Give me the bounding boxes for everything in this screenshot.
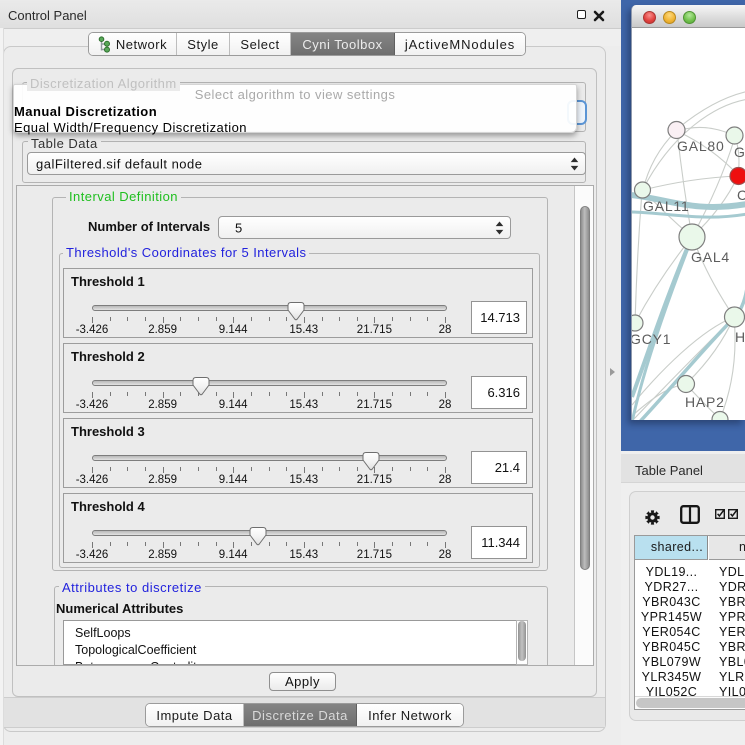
svg-text:GCY1: GCY1 xyxy=(632,331,671,347)
svg-text:GAL80: GAL80 xyxy=(677,138,725,154)
svg-text:GA: GA xyxy=(734,144,745,160)
svg-text:GAL4: GAL4 xyxy=(691,249,730,265)
svg-text:HI: HI xyxy=(735,329,745,345)
svg-text:GAL11: GAL11 xyxy=(643,198,690,214)
svg-text:HAP2: HAP2 xyxy=(685,394,725,410)
svg-text:C: C xyxy=(737,187,745,203)
